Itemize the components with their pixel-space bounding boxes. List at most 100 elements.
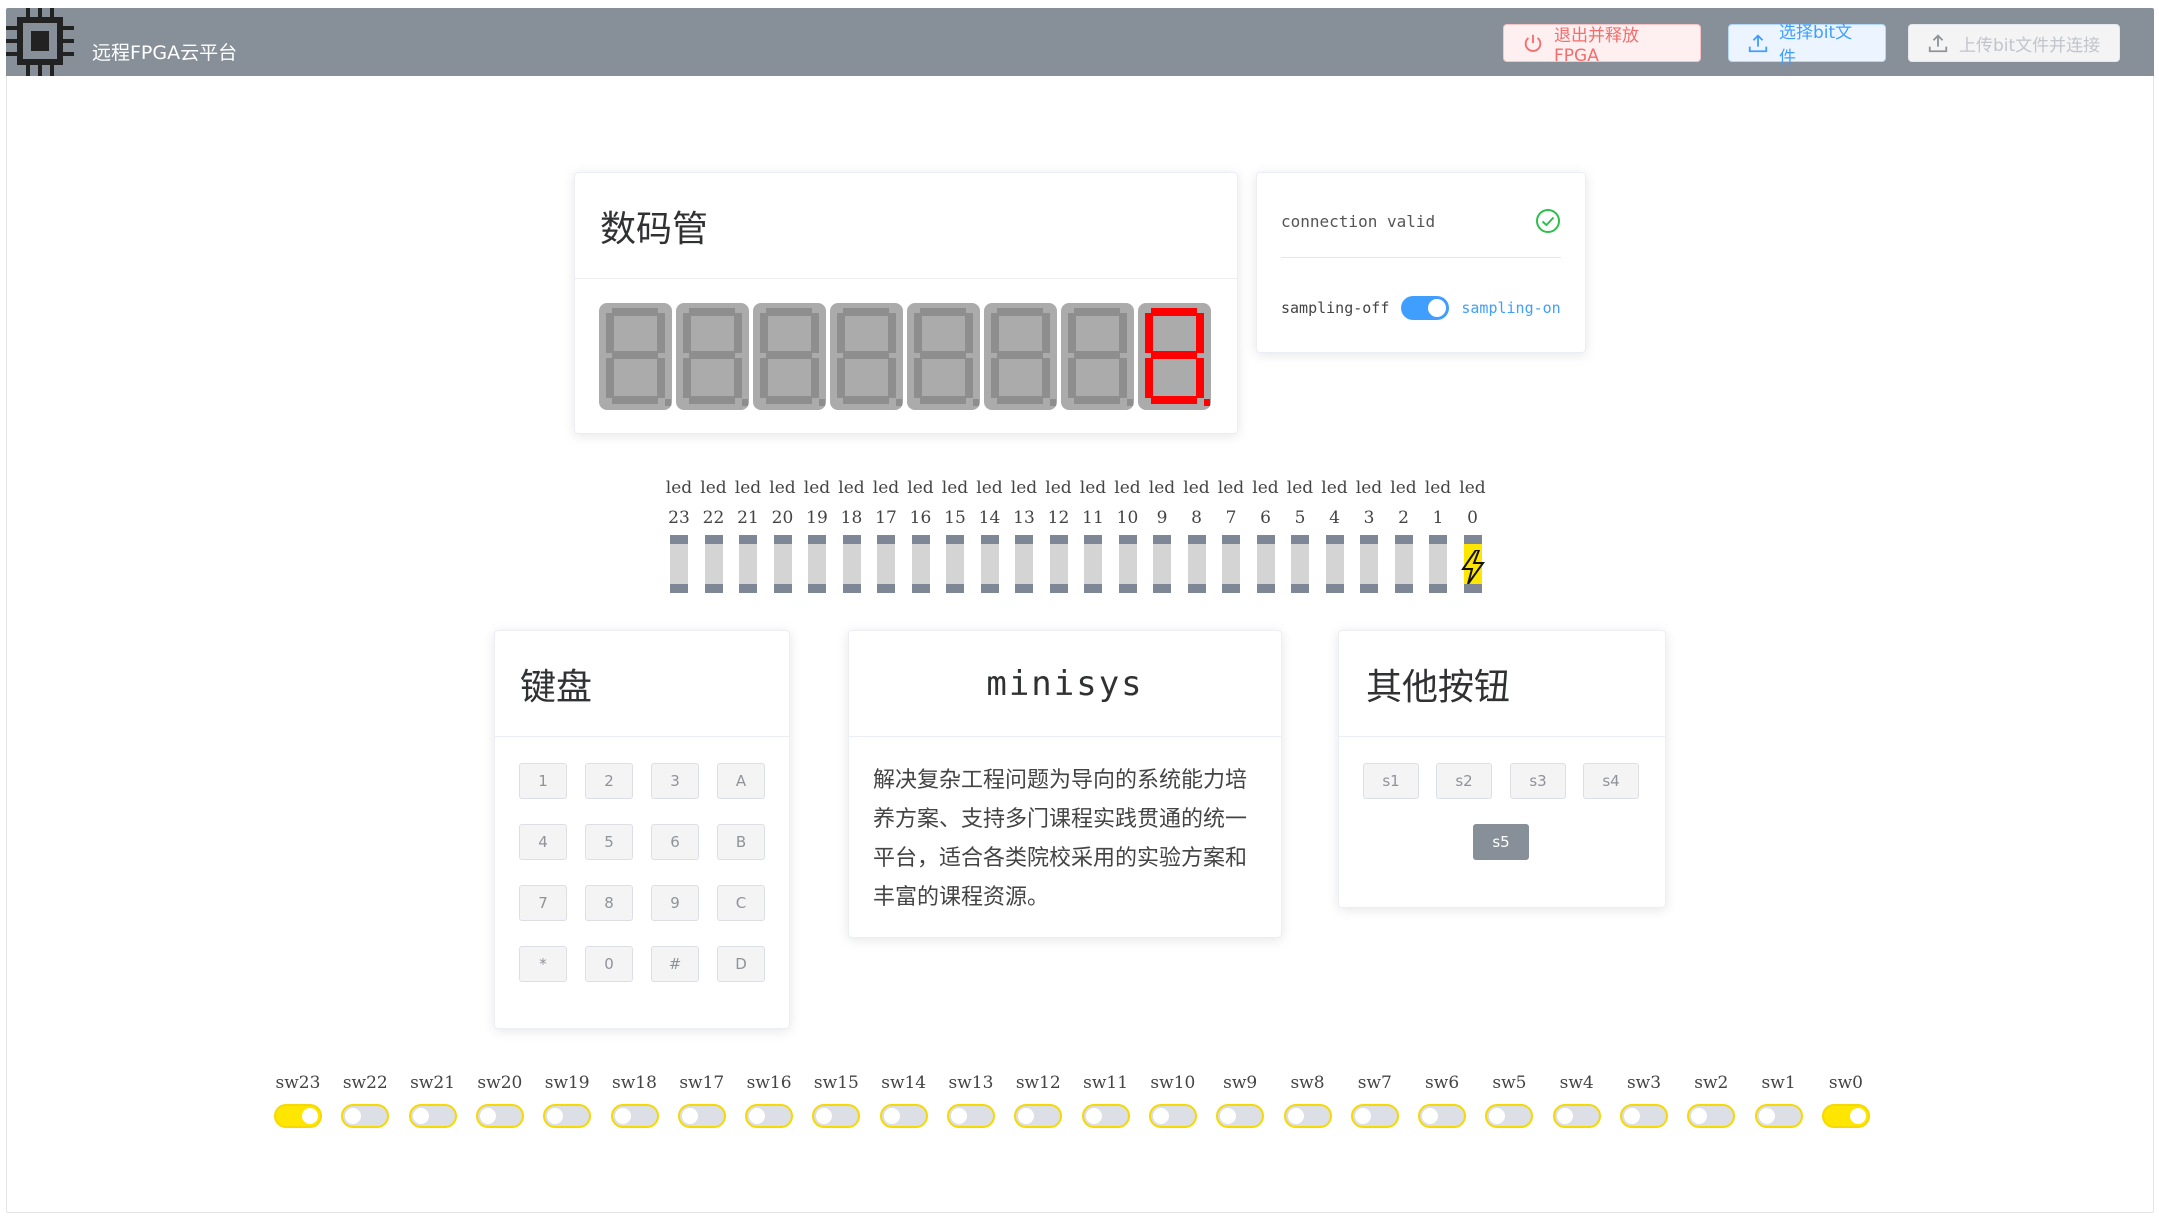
- digit-segment: [1074, 396, 1120, 404]
- led-number-label: 22: [702, 508, 725, 528]
- keypad-key[interactable]: 8: [585, 885, 633, 921]
- other-button-s2[interactable]: s2: [1436, 763, 1492, 799]
- led-indicator: led 18: [837, 473, 867, 593]
- switch-toggle[interactable]: [341, 1104, 390, 1128]
- switch-toggle[interactable]: [1821, 1104, 1870, 1128]
- keypad-key[interactable]: #: [651, 946, 699, 982]
- switch-toggle[interactable]: [408, 1104, 457, 1128]
- keypad-key[interactable]: 4: [519, 824, 567, 860]
- switch-sw6: sw6: [1414, 1068, 1470, 1128]
- keypad-key[interactable]: 3: [651, 763, 699, 799]
- switch-toggle[interactable]: [677, 1104, 726, 1128]
- switch-sw13: sw13: [943, 1068, 999, 1128]
- digit-segment: [837, 358, 845, 398]
- switch-label: sw5: [1492, 1073, 1527, 1093]
- led-prefix-label: led: [665, 478, 693, 498]
- switch-toggle[interactable]: [1081, 1104, 1130, 1128]
- led-prefix-label: led: [1183, 478, 1210, 498]
- switch-toggle[interactable]: [1148, 1104, 1197, 1128]
- digit-segment: [965, 313, 973, 353]
- other-button-s5[interactable]: s5: [1473, 824, 1529, 860]
- switch-toggle[interactable]: [1283, 1104, 1332, 1128]
- switch-sw23: sw23: [270, 1068, 326, 1128]
- digit-segment: [843, 308, 889, 316]
- connection-status-row: connection valid: [1281, 201, 1561, 241]
- led-number-label: 19: [806, 508, 828, 528]
- led-prefix-label: led: [976, 478, 1003, 498]
- switch-toggle[interactable]: [1418, 1104, 1467, 1128]
- seven-segment-digit: [1138, 303, 1211, 410]
- keypad-key[interactable]: *: [519, 946, 567, 982]
- sampling-toggle[interactable]: [1401, 296, 1450, 320]
- switch-toggle[interactable]: [1485, 1104, 1534, 1128]
- switch-toggle[interactable]: [947, 1104, 995, 1128]
- digit-segment: [1068, 313, 1076, 353]
- switch-label: sw7: [1357, 1073, 1392, 1093]
- switch-toggle[interactable]: [812, 1104, 861, 1128]
- led-prefix-label: led: [1114, 478, 1141, 498]
- keypad-key[interactable]: B: [717, 824, 765, 860]
- digit-segment: [1151, 351, 1197, 359]
- switch-toggle[interactable]: [879, 1104, 928, 1128]
- switch-toggle[interactable]: [543, 1104, 592, 1128]
- led-bulb: [877, 535, 895, 593]
- switch-label: sw6: [1425, 1073, 1460, 1093]
- upload-icon: [1928, 34, 1948, 53]
- digit-segment: [766, 396, 812, 404]
- other-button-s3[interactable]: s3: [1510, 763, 1566, 799]
- led-indicator: led 2: [1389, 473, 1419, 593]
- switch-toggle[interactable]: [475, 1104, 524, 1128]
- switch-toggle[interactable]: [745, 1104, 794, 1128]
- keypad-key[interactable]: A: [717, 763, 765, 799]
- switch-toggle[interactable]: [1350, 1104, 1399, 1128]
- keypad-key[interactable]: C: [717, 885, 765, 921]
- switch-toggle[interactable]: [274, 1104, 322, 1128]
- led-prefix-label: led: [1217, 478, 1245, 498]
- led-prefix-label: led: [1321, 478, 1348, 498]
- exit-release-fpga-button[interactable]: 退出并释放FPGA: [1503, 24, 1701, 66]
- digit-segment: [689, 396, 735, 404]
- switch-knob: [614, 1108, 631, 1124]
- switch-toggle[interactable]: [1552, 1104, 1601, 1128]
- select-bit-file-button[interactable]: 选择bit文件: [1728, 23, 1886, 68]
- led-bulb: [1256, 535, 1275, 593]
- led-bulb: [1015, 535, 1033, 593]
- switch-sw7: sw7: [1347, 1068, 1403, 1128]
- led-number-label: 12: [1047, 508, 1070, 528]
- digit-segment: [914, 313, 922, 353]
- keypad-key[interactable]: 9: [651, 885, 699, 921]
- switch-toggle[interactable]: [1687, 1104, 1736, 1128]
- switch-toggle[interactable]: [1216, 1104, 1265, 1128]
- led-prefix-label: led: [1424, 478, 1452, 498]
- led-bulb: [739, 535, 757, 593]
- keypad-key[interactable]: 2: [585, 763, 633, 799]
- led-number-label: 3: [1363, 508, 1375, 528]
- digit-segment: [734, 313, 742, 353]
- keypad-key[interactable]: 0: [585, 946, 633, 982]
- digit-segment: [811, 358, 819, 398]
- led-prefix-label: led: [1010, 478, 1038, 498]
- keypad-key[interactable]: 5: [585, 824, 633, 860]
- digit-segment: [1042, 358, 1050, 398]
- other-button-s1[interactable]: s1: [1363, 763, 1419, 799]
- switch-toggle[interactable]: [1014, 1104, 1063, 1128]
- switch-knob: [1691, 1108, 1708, 1124]
- led-number-label: 7: [1225, 508, 1237, 528]
- switch-label: sw22: [342, 1073, 388, 1093]
- digit-segment: [920, 308, 966, 316]
- switch-toggle[interactable]: [1620, 1104, 1668, 1128]
- switch-toggle[interactable]: [610, 1104, 659, 1128]
- digit-segment: [888, 313, 896, 353]
- switch-toggle[interactable]: [1754, 1104, 1803, 1128]
- keypad-key[interactable]: 7: [519, 885, 567, 921]
- switch-sw0: sw0: [1818, 1068, 1874, 1128]
- upload-connect-button[interactable]: 上传bit文件并连接: [1908, 24, 2120, 62]
- keypad-key[interactable]: 6: [651, 824, 699, 860]
- digit-segment: [760, 358, 768, 398]
- led-indicator: led 12: [1044, 473, 1074, 593]
- led-prefix-label: led: [1355, 478, 1383, 498]
- other-button-s4[interactable]: s4: [1583, 763, 1639, 799]
- keypad-key[interactable]: D: [717, 946, 765, 982]
- digit-segment: [1042, 313, 1050, 353]
- keypad-key[interactable]: 1: [519, 763, 567, 799]
